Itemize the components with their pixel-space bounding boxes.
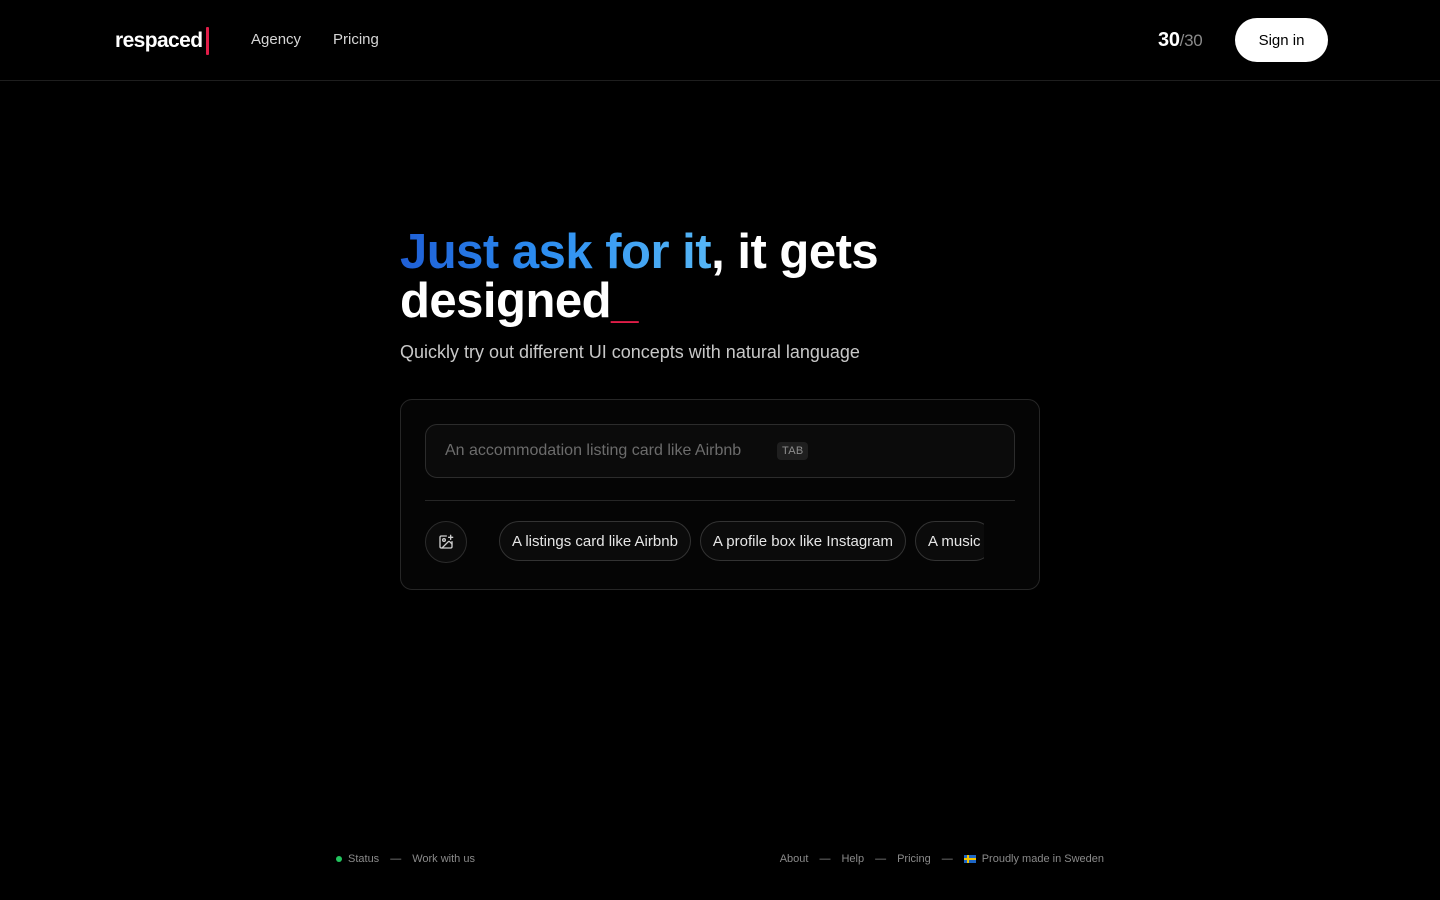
footer-separator: — xyxy=(819,853,831,865)
hero: Just ask for it, it gets designed_ xyxy=(400,228,1040,326)
headline-highlight: Just ask for it xyxy=(400,225,712,279)
prompt-card: TAB A listings card like Airbnb A profil… xyxy=(400,399,1040,590)
headline-cursor: _ xyxy=(611,274,638,328)
footer-link-pricing[interactable]: Pricing xyxy=(897,853,931,865)
nav-link-agency[interactable]: Agency xyxy=(251,31,301,48)
logo-cursor-mark xyxy=(206,27,210,55)
footer-right: About — Help — Pricing — Proudly made in… xyxy=(780,853,1104,865)
suggestion-chip[interactable]: A music xyxy=(915,521,984,561)
footer-link-help[interactable]: Help xyxy=(841,853,864,865)
page-title: Just ask for it, it gets designed_ xyxy=(400,228,1040,326)
logo[interactable]: respaced xyxy=(115,26,210,56)
prompt-field[interactable]: TAB xyxy=(425,424,1015,478)
tab-hint-badge: TAB xyxy=(777,442,809,460)
page-subtitle: Quickly try out different UI concepts wi… xyxy=(400,342,860,362)
footer-link-work-with-us[interactable]: Work with us xyxy=(412,853,475,865)
status-dot-icon xyxy=(336,856,342,862)
logo-text: respaced xyxy=(115,29,203,52)
suggestion-chip[interactable]: A listings card like Airbnb xyxy=(499,521,691,561)
image-add-icon xyxy=(439,534,454,549)
footer-separator: — xyxy=(390,853,402,865)
footer-left: Status — Work with us xyxy=(336,853,475,865)
prompt-input[interactable] xyxy=(445,442,771,460)
sign-in-button[interactable]: Sign in xyxy=(1235,18,1328,62)
suggestion-chip[interactable]: A profile box like Instagram xyxy=(699,521,907,561)
credits-used: 30 xyxy=(1158,29,1180,51)
footer-link-status[interactable]: Status xyxy=(348,853,379,865)
top-header: respaced Agency Pricing 30/30 Sign in xyxy=(0,0,1440,81)
credits-total: /30 xyxy=(1179,31,1203,50)
footer-separator: — xyxy=(875,853,887,865)
add-image-button[interactable] xyxy=(425,521,467,563)
nav-link-pricing[interactable]: Pricing xyxy=(333,31,379,48)
footer-link-about[interactable]: About xyxy=(780,853,809,865)
footer-separator: — xyxy=(941,853,953,865)
divider xyxy=(425,500,1015,501)
made-in-sweden-text: Proudly made in Sweden xyxy=(981,853,1104,865)
sweden-flag-icon xyxy=(963,855,976,863)
credits-counter: 30/30 xyxy=(1158,29,1203,52)
suggestion-chips: A listings card like Airbnb A profile bo… xyxy=(499,521,984,563)
